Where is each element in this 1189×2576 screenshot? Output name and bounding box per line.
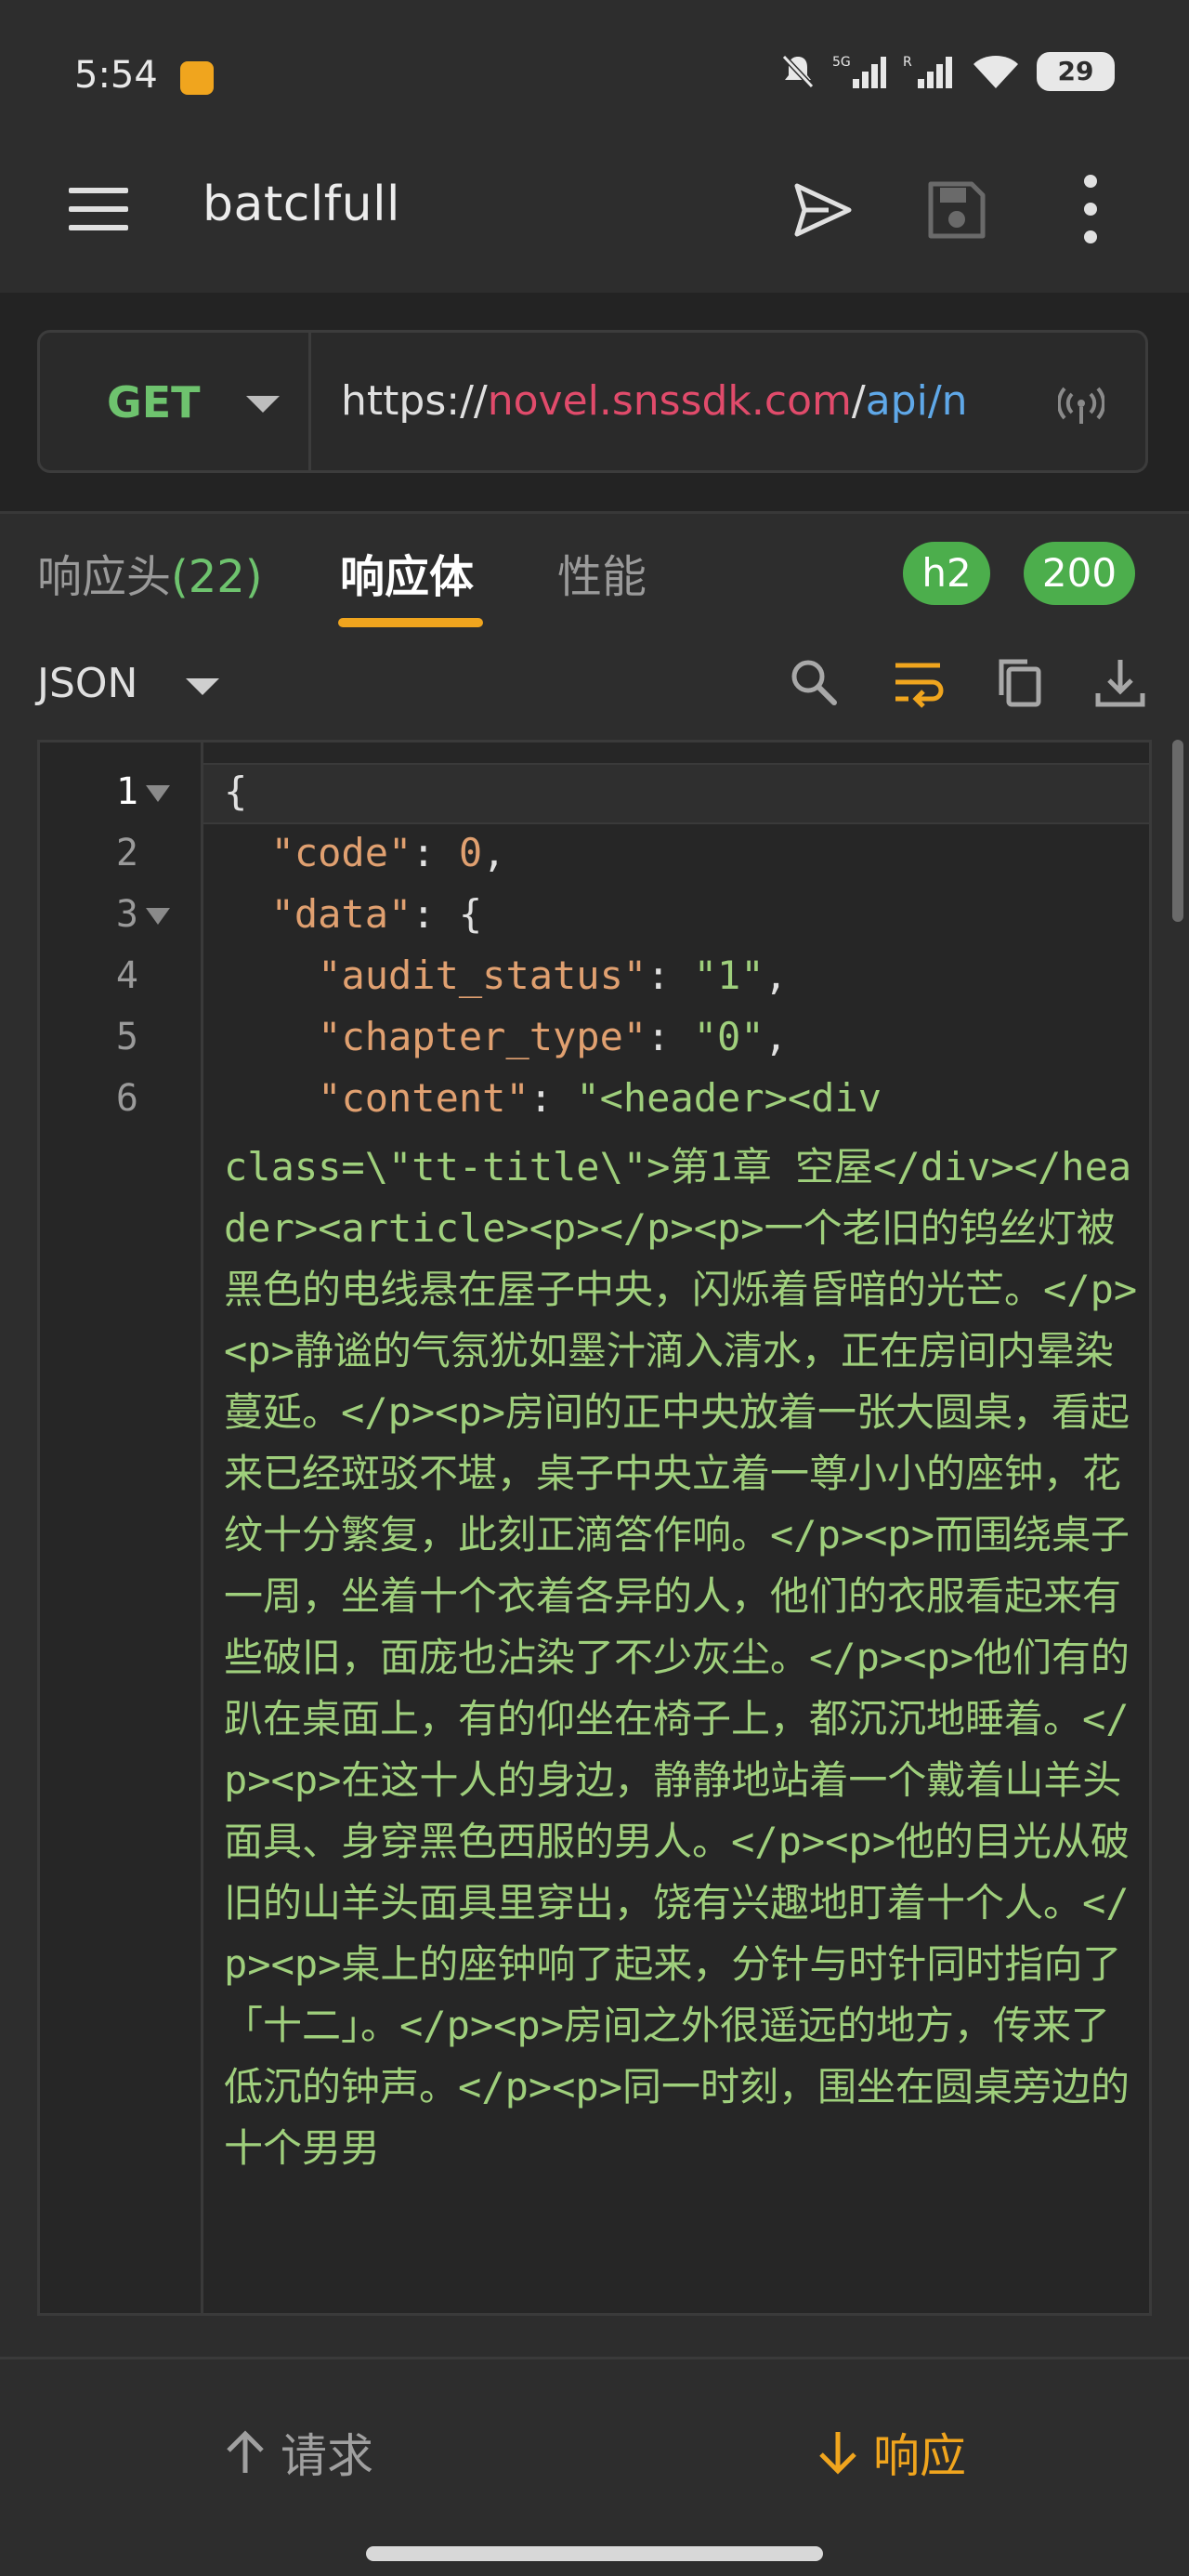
5g-signal-icon: 5G <box>832 55 886 88</box>
json-comma: , <box>764 1014 788 1059</box>
tab-response-body[interactable]: 响应体 <box>340 540 474 605</box>
json-key: "content" <box>318 1075 529 1121</box>
json-colon: : <box>412 830 459 875</box>
tab-headers-label: 响应头 <box>37 551 172 603</box>
svg-text:R: R <box>903 55 912 70</box>
line-number: 6 <box>115 1077 138 1120</box>
json-string: "1" <box>693 953 764 998</box>
status-time: 5:54 <box>74 54 158 97</box>
url-bar[interactable]: GET https://novel.snssdk.com/api/n <box>37 330 1148 473</box>
status-icons: 5G R 29 <box>780 52 1115 91</box>
home-indicator[interactable] <box>366 2546 823 2561</box>
protocol-badge: h2 <box>903 542 990 605</box>
page-title: batclfull <box>203 177 400 232</box>
body-toolbar: JSON <box>0 632 1189 734</box>
broadcast-icon[interactable] <box>1058 385 1104 426</box>
headers-count: (22) <box>171 551 263 603</box>
code-line-2: "code": 0, <box>224 830 506 875</box>
json-colon: : <box>647 1014 694 1059</box>
active-line-highlight <box>203 763 1149 824</box>
method-label: GET <box>107 377 201 427</box>
format-select[interactable]: JSON <box>37 660 137 707</box>
arrow-up-icon <box>227 2430 264 2473</box>
copy-icon[interactable] <box>992 654 1048 710</box>
send-icon[interactable] <box>791 178 855 242</box>
code-line-1: { <box>224 769 247 814</box>
scrollbar[interactable] <box>1172 740 1183 922</box>
content-string-wrapped: class=\"tt-title\">第1章 空屋</div></header>… <box>224 1144 1138 2171</box>
response-nav-button[interactable]: 响应 <box>816 2419 966 2486</box>
code-area[interactable]: { "code": 0, "data": { "audit_status": "… <box>203 743 1149 2313</box>
url-scheme: https:// <box>341 377 488 425</box>
json-key: "audit_status" <box>318 953 647 998</box>
search-icon[interactable] <box>786 654 842 710</box>
line-number: 2 <box>115 832 138 874</box>
chevron-down-icon[interactable] <box>186 678 219 695</box>
line-number: 4 <box>115 954 138 997</box>
arrow-down-icon <box>819 2432 856 2475</box>
json-punct: : { <box>412 891 483 937</box>
line-number: 3 <box>115 893 138 936</box>
mute-icon <box>781 54 815 89</box>
download-icon[interactable] <box>1092 654 1148 710</box>
code-line-4: "audit_status": "1", <box>224 953 788 998</box>
status-badge: 200 <box>1024 542 1135 605</box>
app-bar: batclfull <box>0 139 1189 293</box>
status-bar: 5:54 5G R 29 <box>0 0 1189 139</box>
request-nav-button[interactable]: 请求 <box>223 2419 373 2486</box>
method-select[interactable]: GET <box>40 333 311 470</box>
request-nav-label: 请求 <box>281 2429 373 2483</box>
active-tab-indicator <box>338 618 483 627</box>
chevron-down-icon <box>246 396 280 413</box>
word-wrap-icon[interactable] <box>890 654 946 710</box>
tab-response-headers[interactable]: 响应头(22) <box>37 540 263 605</box>
line-number-gutter: 1 2 3 4 5 6 <box>40 743 203 2313</box>
code-line-3: "data": { <box>224 891 483 937</box>
tab-performance[interactable]: 性能 <box>557 540 647 605</box>
signal-icon: R <box>903 55 952 88</box>
code-line-6: "content": "<header><div <box>224 1075 882 1121</box>
json-colon: : <box>647 953 694 998</box>
response-tabs: 响应头(22) 响应体 性能 h2 200 <box>0 511 1189 632</box>
json-comma: , <box>482 830 506 875</box>
response-nav-label: 响应 <box>873 2429 966 2483</box>
url-host: novel.snssdk.com <box>487 377 852 425</box>
json-comma: , <box>764 953 788 998</box>
svg-text:5G: 5G <box>832 55 851 70</box>
json-number: 0 <box>458 830 483 875</box>
line-number: 5 <box>115 1016 138 1058</box>
json-brace: { <box>224 769 248 814</box>
battery-icon: 29 <box>1037 52 1115 91</box>
json-string: "0" <box>693 1014 764 1059</box>
fold-toggle-icon[interactable] <box>146 908 170 925</box>
bottom-nav: 请求 响应 <box>0 2357 1189 2576</box>
code-line-5: "chapter_type": "0", <box>224 1014 788 1059</box>
json-string: "<header><div <box>576 1075 882 1121</box>
json-key: "code" <box>270 830 412 875</box>
json-viewer[interactable]: 1 2 3 4 5 6 { "code": 0, "data": { "audi… <box>37 740 1152 2316</box>
fold-toggle-icon[interactable] <box>146 785 170 802</box>
save-icon[interactable] <box>925 178 988 242</box>
line-number: 1 <box>115 770 138 813</box>
json-key: "chapter_type" <box>318 1014 647 1059</box>
menu-icon[interactable] <box>69 188 128 232</box>
url-path: api/n <box>865 377 968 425</box>
notification-app-icon <box>180 61 214 95</box>
url-separator: / <box>851 377 866 425</box>
url-input[interactable]: https://novel.snssdk.com/api/n <box>341 377 1047 425</box>
more-icon[interactable] <box>1068 175 1113 249</box>
wifi-icon <box>973 56 1018 88</box>
request-area: GET https://novel.snssdk.com/api/n <box>0 293 1189 511</box>
json-key: "data" <box>270 891 412 937</box>
json-colon: : <box>529 1075 577 1121</box>
